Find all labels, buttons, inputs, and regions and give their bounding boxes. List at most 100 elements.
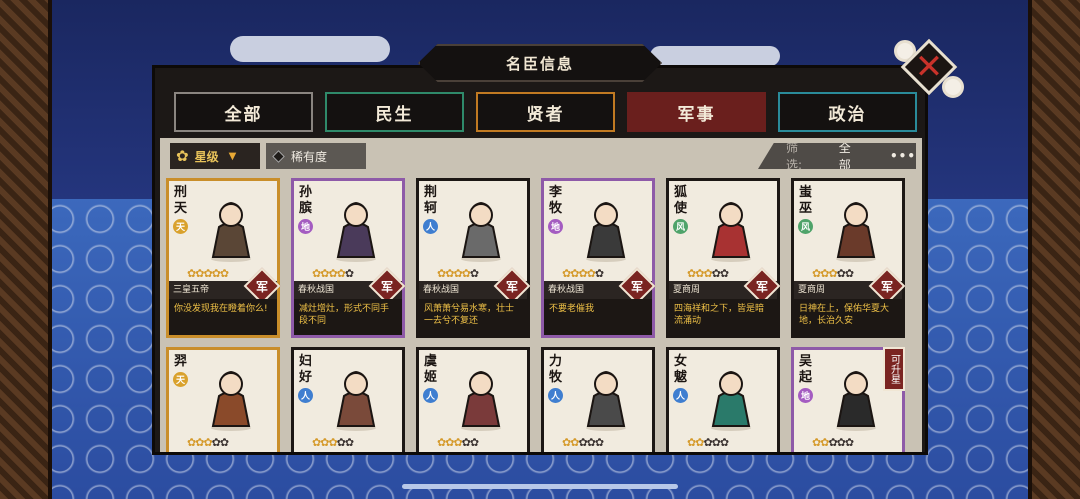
star-rating: ✿✿✿✿✿ <box>187 267 229 280</box>
flower-star-icon: ✿ <box>562 267 571 280</box>
cloud <box>650 46 780 66</box>
flower-star-icon: ✿ <box>219 436 229 449</box>
flower-star-icon: ✿ <box>328 267 337 280</box>
flower-star-icon: ✿ <box>836 267 846 280</box>
rank-badge: 人 <box>298 388 313 403</box>
general-quote: 风萧萧兮易水寒，壮士一去兮不复还 <box>419 299 527 335</box>
close-button[interactable]: ✕ <box>894 36 964 98</box>
general-portrait <box>324 360 388 432</box>
flower-star-icon: ✿ <box>594 267 604 280</box>
flower-star-icon: ✿ <box>176 147 189 165</box>
general-card[interactable]: 羿天 ✿✿✿✿✿ <box>166 347 280 452</box>
flower-star-icon: ✿ <box>469 267 479 280</box>
flower-star-icon: ✿ <box>219 267 229 280</box>
general-portrait <box>199 191 263 263</box>
general-card[interactable]: 刑天天 ✿✿✿✿✿ 三皇五帝军你没发现我在瞪着你么! <box>166 178 281 338</box>
upgrade-star-tag: 可升星 <box>883 347 905 391</box>
filter-bar: ✿ 星级 ▼ 稀有度 筛选: 全部 ••• <box>160 138 922 174</box>
flower-star-icon: ✿ <box>187 267 196 280</box>
military-badge-label: 军 <box>380 279 393 294</box>
rank-badge: 风 <box>798 219 813 234</box>
flower-star-icon: ✿ <box>336 436 346 449</box>
general-portrait <box>449 360 513 432</box>
flower-star-icon: ✿ <box>336 267 346 280</box>
general-card[interactable]: 蚩巫风 ✿✿✿✿✿ 夏商周军日神在上，保佑华夏大地，长治久安 <box>791 178 906 338</box>
flower-star-icon: ✿ <box>844 267 854 280</box>
rank-badge: 地 <box>798 388 813 403</box>
flower-star-icon: ✿ <box>578 436 587 449</box>
tab-all[interactable]: 全部 <box>174 92 313 132</box>
military-badge-label: 军 <box>755 279 768 294</box>
flower-star-icon: ✿ <box>703 436 712 449</box>
star-rating: ✿✿✿✿✿ <box>187 436 229 449</box>
general-name: 刑天 <box>174 185 188 216</box>
flower-star-icon: ✿ <box>211 436 221 449</box>
general-quote: 减灶增灶，形式不同手段不同 <box>294 299 402 335</box>
general-portrait <box>449 191 513 263</box>
tab-politics[interactable]: 政治 <box>778 92 917 132</box>
rank-badge: 人 <box>423 219 438 234</box>
flower-star-icon: ✿ <box>687 436 696 449</box>
left-frame-border <box>0 0 52 499</box>
general-portrait <box>574 360 638 432</box>
general-portrait <box>324 191 388 263</box>
flower-star-icon: ✿ <box>312 436 321 449</box>
general-portrait <box>699 191 763 263</box>
flower-star-icon: ✿ <box>703 267 712 280</box>
general-card[interactable]: 孙膑地 ✿✿✿✿✿ 春秋战国军减灶增灶，形式不同手段不同 <box>291 178 406 338</box>
rank-badge: 人 <box>548 388 563 403</box>
home-indicator[interactable] <box>402 484 678 489</box>
flower-star-icon: ✿ <box>812 267 821 280</box>
general-card[interactable]: 虞姬人 ✿✿✿✿✿ <box>416 347 530 452</box>
star-rating: ✿✿✿✿✿ <box>812 267 854 280</box>
tab-livelihood[interactable]: 民生 <box>325 92 464 132</box>
flower-star-icon: ✿ <box>437 267 446 280</box>
general-quote: 不要老催我 <box>544 299 652 335</box>
general-quote: 你没发现我在瞪着你么! <box>169 299 277 335</box>
flower-star-icon: ✿ <box>828 267 837 280</box>
general-card[interactable]: 狐使风 ✿✿✿✿✿ 夏商周军四海祥和之下，皆是暗流涌动 <box>666 178 781 338</box>
general-card[interactable]: 力牧人 ✿✿✿✿✿ <box>541 347 655 452</box>
general-card[interactable]: 妇好人 ✿✿✿✿✿ <box>291 347 405 452</box>
star-rating: ✿✿✿✿✿ <box>312 436 354 449</box>
flower-star-icon: ✿ <box>836 436 846 449</box>
diamond-icon <box>272 149 285 163</box>
general-quote: 日神在上，保佑华夏大地，长治久安 <box>794 299 902 335</box>
flower-star-icon: ✿ <box>828 436 837 449</box>
close-icon: ✕ <box>914 47 944 87</box>
general-card[interactable]: 女魃人 ✿✿✿✿✿ <box>666 347 780 452</box>
general-card[interactable]: 吴起地 ✿✿✿✿✿ 可升星 <box>791 347 905 452</box>
general-card[interactable]: 李牧地 ✿✿✿✿✿ 春秋战国军不要老催我 <box>541 178 656 338</box>
flower-star-icon: ✿ <box>344 436 354 449</box>
rarity-sort-button[interactable]: 稀有度 <box>266 143 366 169</box>
star-rating: ✿✿✿✿✿ <box>687 267 729 280</box>
more-options-icon[interactable]: ••• <box>890 149 916 163</box>
general-portrait <box>199 360 263 432</box>
flower-star-icon: ✿ <box>187 436 196 449</box>
flower-star-icon: ✿ <box>453 267 462 280</box>
general-portrait <box>699 360 763 432</box>
general-name: 荆轲 <box>424 185 438 216</box>
star-rating: ✿✿✿✿✿ <box>687 436 729 449</box>
flower-star-icon: ✿ <box>203 267 212 280</box>
rank-badge: 风 <box>673 219 688 234</box>
star-sort-label: 星级 <box>194 149 219 164</box>
screen-label: 筛选: <box>786 141 803 172</box>
card-list-area[interactable]: ✿ 星级 ▼ 稀有度 筛选: 全部 ••• 刑天天 ✿✿✿✿✿ 三皇五帝军你没发现我… <box>160 138 922 452</box>
star-sort-dropdown[interactable]: ✿ 星级 ▼ <box>170 143 260 169</box>
rank-badge: 天 <box>173 219 188 234</box>
general-card[interactable]: 荆轲人 ✿✿✿✿✿ 春秋战国军风萧萧兮易水寒，壮士一去兮不复还 <box>416 178 531 338</box>
star-rating: ✿✿✿✿✿ <box>437 267 479 280</box>
flower-star-icon: ✿ <box>437 436 446 449</box>
flower-star-icon: ✿ <box>312 267 321 280</box>
tab-sage[interactable]: 贤者 <box>476 92 615 132</box>
flower-star-icon: ✿ <box>844 436 854 449</box>
general-name: 羿 <box>174 354 188 369</box>
tab-military[interactable]: 军事 <box>627 92 766 132</box>
screen-filter[interactable]: 筛选: 全部 ••• <box>758 143 916 169</box>
flower-star-icon: ✿ <box>711 267 721 280</box>
military-badge-label: 军 <box>505 279 518 294</box>
general-portrait <box>824 360 888 432</box>
rank-badge: 天 <box>173 372 188 387</box>
dropdown-arrow-icon: ▼ <box>228 150 237 162</box>
